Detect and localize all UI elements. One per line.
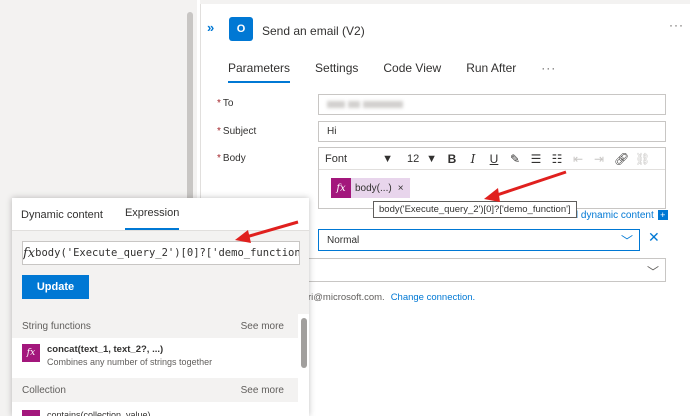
to-label: * To: [217, 98, 234, 109]
section-string-functions: String functions See more: [12, 314, 298, 338]
decrease-indent-icon[interactable]: ⇤: [572, 152, 584, 166]
panel-tabs: Dynamic content Expression: [12, 198, 309, 230]
action-tabs: Parameters Settings Code View Run After …: [228, 61, 581, 83]
font-dropdown-icon: ▼: [382, 152, 393, 165]
panel-scrollbar[interactable]: [301, 318, 307, 368]
fx-icon: fx: [22, 344, 40, 362]
plus-icon: +: [657, 210, 668, 220]
bold-button[interactable]: B: [446, 152, 458, 166]
function-item-concat[interactable]: fx concat(text_1, text_2?, ...) Combines…: [22, 344, 212, 367]
section-collection: Collection See more: [12, 378, 298, 402]
function-name: concat(text_1, text_2?, ...): [47, 344, 164, 355]
subject-field[interactable]: Hi: [318, 121, 666, 142]
clear-importance-icon[interactable]: ✕: [648, 229, 660, 246]
tab-code-view[interactable]: Code View: [383, 61, 441, 83]
unlink-icon[interactable]: ⛓︎: [635, 152, 650, 166]
chevron-down-icon: ﹀: [620, 234, 633, 248]
remove-token-icon[interactable]: ×: [398, 183, 404, 194]
token-tooltip: body('Execute_query_2')[0]?['demo_functi…: [373, 201, 577, 218]
tab-settings[interactable]: Settings: [315, 61, 358, 83]
font-size-select[interactable]: 12 ▼: [407, 153, 437, 165]
collapse-chevron-icon[interactable]: »: [207, 20, 214, 35]
italic-button[interactable]: I: [467, 152, 479, 166]
see-more-link[interactable]: See more: [241, 321, 284, 332]
expression-area: fx body('Execute_query_2')[0]?['demo_fun…: [12, 230, 309, 314]
redacted-recipient: [327, 100, 345, 108]
body-label: * Body: [217, 153, 246, 164]
fx-icon: fx: [23, 245, 36, 261]
change-connection-link[interactable]: Change connection.: [391, 292, 476, 303]
body-editor[interactable]: Font ▼ 12 ▼ B I U ✎ ☰ ☷ ⇤ ⇥ 🔗︎ ⛓︎ fx body(…: [318, 147, 666, 209]
tab-parameters[interactable]: Parameters: [228, 61, 291, 83]
chevron-down-icon: ﹀: [646, 265, 659, 279]
importance-select[interactable]: Normal ﹀: [318, 229, 640, 251]
tabs-more-icon[interactable]: ···: [541, 61, 556, 83]
update-button[interactable]: Update: [22, 275, 89, 299]
action-title[interactable]: Send an email (V2): [262, 24, 365, 38]
bullet-list-icon[interactable]: ☰: [530, 152, 542, 166]
see-more-link[interactable]: See more: [241, 385, 284, 396]
tab-dynamic-content[interactable]: Dynamic content: [21, 209, 103, 230]
body-expression-token[interactable]: fx body(...) ×: [331, 178, 410, 198]
expression-text: body('Execute_query_2')[0]?['demo_functi…: [35, 247, 300, 259]
highlight-pen-icon[interactable]: ✎: [509, 152, 521, 166]
left-scrollbar[interactable]: [187, 12, 193, 202]
fx-icon: [22, 410, 40, 416]
numbered-list-icon[interactable]: ☷: [551, 152, 563, 166]
connection-info: ri@microsoft.com. Change connection.: [308, 292, 476, 303]
card-top-edge: [200, 0, 690, 4]
rich-text-toolbar: Font ▼ 12 ▼ B I U ✎ ☰ ☷ ⇤ ⇥ 🔗︎ ⛓︎: [319, 148, 665, 170]
underline-button[interactable]: U: [488, 152, 500, 166]
increase-indent-icon[interactable]: ⇥: [593, 152, 605, 166]
subject-label: * Subject: [217, 126, 257, 137]
dynamic-content-panel: Dynamic content Expression fx body('Exec…: [12, 198, 309, 416]
function-item-partial[interactable]: contains(collection, value): [47, 410, 151, 416]
function-description: Combines any number of strings together: [47, 357, 213, 367]
tab-run-after[interactable]: Run After: [466, 61, 516, 83]
tab-expression[interactable]: Expression: [124, 207, 180, 230]
expression-input[interactable]: fx body('Execute_query_2')[0]?['demo_fun…: [22, 241, 300, 265]
add-dynamic-content-link[interactable]: dd dynamic content +: [567, 210, 668, 221]
link-icon[interactable]: 🔗︎: [614, 152, 629, 166]
advanced-options-select[interactable]: ﹀: [308, 258, 666, 282]
font-select[interactable]: Font ▼: [325, 153, 399, 165]
size-dropdown-icon: ▼: [426, 152, 437, 165]
outlook-icon: O: [229, 17, 253, 41]
to-field[interactable]: [318, 94, 666, 115]
more-options-icon[interactable]: ···: [669, 18, 684, 32]
token-label: body(...): [355, 182, 392, 194]
fx-icon: fx: [331, 178, 351, 198]
